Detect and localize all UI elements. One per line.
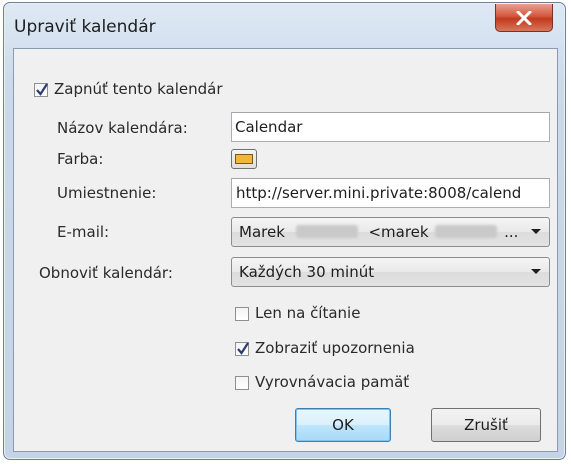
show-alarms-label[interactable]: Zobraziť upozornenia bbox=[255, 339, 415, 357]
redacted-address bbox=[435, 225, 498, 238]
email-address-text: <marek bbox=[368, 223, 429, 241]
dialog-body: Zapnúť tento kalendár Názov kalendára: C… bbox=[13, 48, 558, 452]
enable-calendar-label[interactable]: Zapnúť tento kalendár bbox=[54, 80, 223, 98]
calendar-name-input[interactable]: Calendar bbox=[231, 112, 550, 142]
email-select[interactable]: Marek <marek ... bbox=[231, 217, 550, 247]
read-only-label[interactable]: Len na čítanie bbox=[255, 304, 360, 322]
refresh-interval-select[interactable]: Každých 30 minút bbox=[231, 257, 550, 287]
checkmark-icon bbox=[237, 342, 249, 355]
chevron-down-icon bbox=[531, 229, 541, 234]
ok-button[interactable]: OK bbox=[295, 408, 391, 442]
read-only-checkbox[interactable] bbox=[235, 307, 249, 321]
enable-calendar-checkbox[interactable] bbox=[34, 83, 48, 97]
email-ellipsis: ... bbox=[504, 223, 519, 241]
checkmark-icon bbox=[36, 83, 48, 96]
location-label: Umiestnenie: bbox=[57, 184, 157, 202]
color-swatch bbox=[235, 154, 253, 164]
location-input[interactable]: http://server.mini.private:8008/calend bbox=[231, 178, 550, 208]
refresh-interval-value: Každých 30 minút bbox=[239, 263, 375, 281]
edit-calendar-dialog: Upraviť kalendár Zapnúť tento kalendár N… bbox=[3, 2, 566, 460]
close-icon bbox=[516, 10, 532, 25]
cancel-button[interactable]: Zrušiť bbox=[431, 408, 541, 442]
redacted-surname bbox=[295, 225, 358, 238]
calendar-name-label: Názov kalendára: bbox=[57, 119, 188, 137]
cache-checkbox[interactable] bbox=[235, 376, 249, 390]
email-label: E-mail: bbox=[57, 223, 110, 241]
show-alarms-checkbox[interactable] bbox=[235, 342, 249, 356]
refresh-label: Obnoviť kalendár: bbox=[39, 264, 173, 282]
color-picker-button[interactable] bbox=[231, 149, 257, 169]
dialog-title: Upraviť kalendár bbox=[14, 17, 156, 37]
email-select-value: Marek <marek ... bbox=[239, 223, 518, 241]
cache-label[interactable]: Vyrovnávacia pamäť bbox=[255, 373, 409, 391]
title-bar[interactable]: Upraviť kalendár bbox=[4, 3, 565, 47]
email-name-text: Marek bbox=[239, 223, 285, 241]
chevron-down-icon bbox=[531, 269, 541, 274]
color-label: Farba: bbox=[57, 150, 104, 168]
close-button[interactable] bbox=[495, 4, 553, 32]
